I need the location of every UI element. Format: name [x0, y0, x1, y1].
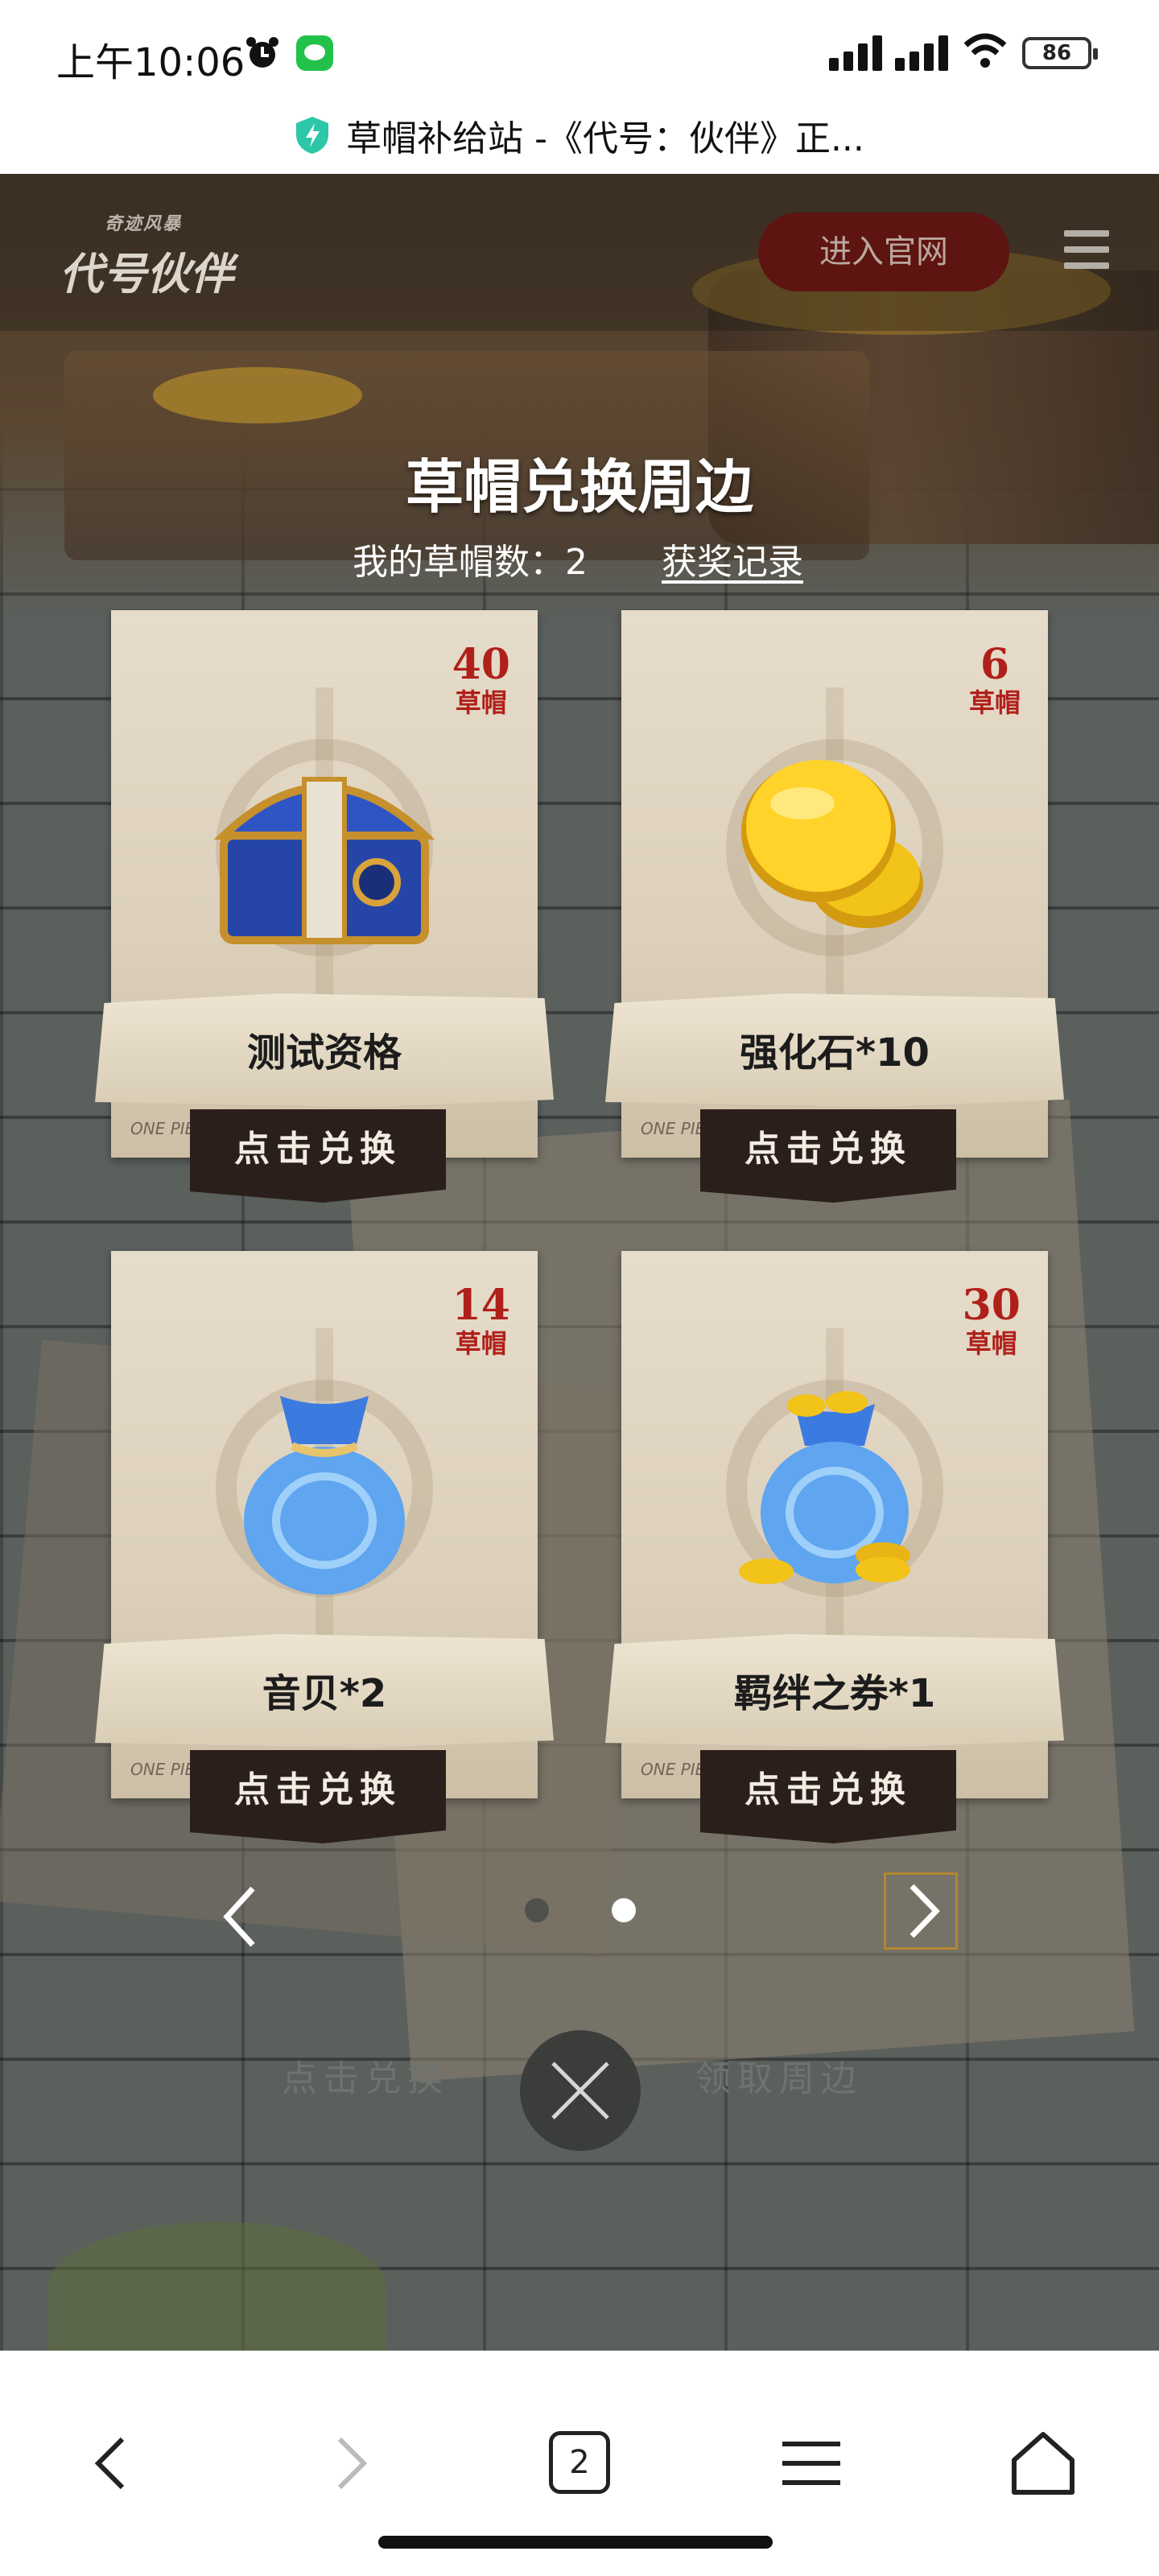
faint-claim-link[interactable]: 领取周边	[695, 2050, 863, 2101]
reward-card: 30 草帽 羁绊之券*1 ONE PIECE 点击兑换	[605, 1251, 1064, 1847]
shield-icon	[296, 117, 329, 154]
back-icon[interactable]	[72, 2423, 153, 2504]
reward-card: 6 草帽 强化石*10 ONE PIECE 点击兑换	[605, 610, 1064, 1206]
forward-icon[interactable]	[309, 2423, 390, 2504]
next-arrow-icon[interactable]	[884, 1872, 958, 1950]
price-unit: 草帽	[455, 1328, 507, 1359]
card-price: 14 草帽	[452, 1281, 510, 1360]
redeem-button[interactable]: 点击兑换	[700, 1109, 956, 1203]
price-unit: 草帽	[965, 1328, 1017, 1359]
menu-lines-icon[interactable]	[771, 2423, 852, 2504]
plant-decoration	[48, 2222, 386, 2351]
logo-text: 代号伙伴	[60, 249, 233, 299]
status-bar: 上午10:06 86	[0, 0, 1159, 97]
close-button[interactable]	[520, 2030, 641, 2151]
prev-arrow-icon[interactable]	[216, 1880, 264, 1953]
faint-redeem-link[interactable]: 点击兑换	[282, 2050, 449, 2101]
pager-dot-active[interactable]	[612, 1898, 636, 1922]
reward-card: 14 草帽 音贝*2 ONE PIECE 点击兑换	[95, 1251, 554, 1847]
hat-count: 我的草帽数：2	[353, 542, 588, 583]
coin-bag-icon	[739, 1391, 910, 1584]
treasure-chest-icon	[213, 777, 435, 944]
blue-bag-icon	[244, 1396, 405, 1595]
price-unit: 草帽	[455, 687, 507, 718]
prize-record-link[interactable]: 获奖记录	[662, 533, 803, 584]
reward-name: 强化石*10	[740, 1030, 930, 1075]
signal-icon-2	[895, 35, 948, 71]
pager-dot[interactable]	[525, 1898, 549, 1922]
reward-card: 40 草帽 测试资格 ONE PIECE 点击兑换	[95, 610, 554, 1206]
price-value: 30	[962, 1281, 1021, 1330]
gold-coin-icon	[741, 760, 923, 928]
price-value: 14	[452, 1281, 510, 1330]
section-title: 草帽兑换周边	[405, 452, 753, 521]
wechat-icon	[296, 35, 333, 71]
alarm-icon	[246, 37, 278, 68]
gold-pile-decoration	[153, 367, 362, 423]
card-price: 6 草帽	[968, 640, 1021, 719]
battery-icon: 86	[1022, 37, 1098, 69]
reward-name: 测试资格	[246, 1030, 402, 1075]
reward-name: 音贝*2	[262, 1671, 387, 1716]
home-indicator[interactable]	[378, 2536, 773, 2549]
price-value: 40	[452, 640, 510, 689]
enter-official-site-button[interactable]: 进入官网	[758, 213, 1009, 291]
address-bar[interactable]: 草帽补给站 -《代号：伙伴》正...	[0, 97, 1159, 174]
status-time: 上午10:06	[56, 40, 245, 85]
reward-name: 羁绊之券*1	[733, 1671, 936, 1716]
close-icon	[551, 2062, 609, 2120]
site-logo[interactable]: 奇迹风暴 代号伙伴	[60, 209, 245, 299]
card-price: 30 草帽	[962, 1281, 1021, 1360]
redeem-button[interactable]: 点击兑换	[190, 1109, 446, 1203]
menu-icon[interactable]	[1064, 230, 1109, 275]
tabs-button[interactable]: 2	[549, 2431, 610, 2494]
signal-icon	[829, 35, 882, 71]
page-title: 草帽补给站 -《代号：伙伴》正...	[346, 118, 864, 159]
web-content: 奇迹风暴 代号伙伴 进入官网 草帽兑换周边 我的草帽数：2 获奖记录 40 草帽…	[0, 174, 1159, 2351]
home-icon[interactable]	[1003, 2423, 1083, 2504]
price-value: 6	[980, 640, 1010, 689]
redeem-button[interactable]: 点击兑换	[190, 1750, 446, 1843]
price-unit: 草帽	[968, 687, 1021, 718]
card-price: 40 草帽	[452, 640, 510, 719]
wifi-icon	[963, 33, 1007, 68]
redeem-button[interactable]: 点击兑换	[700, 1750, 956, 1843]
logo-subtitle: 奇迹风暴	[105, 214, 183, 234]
